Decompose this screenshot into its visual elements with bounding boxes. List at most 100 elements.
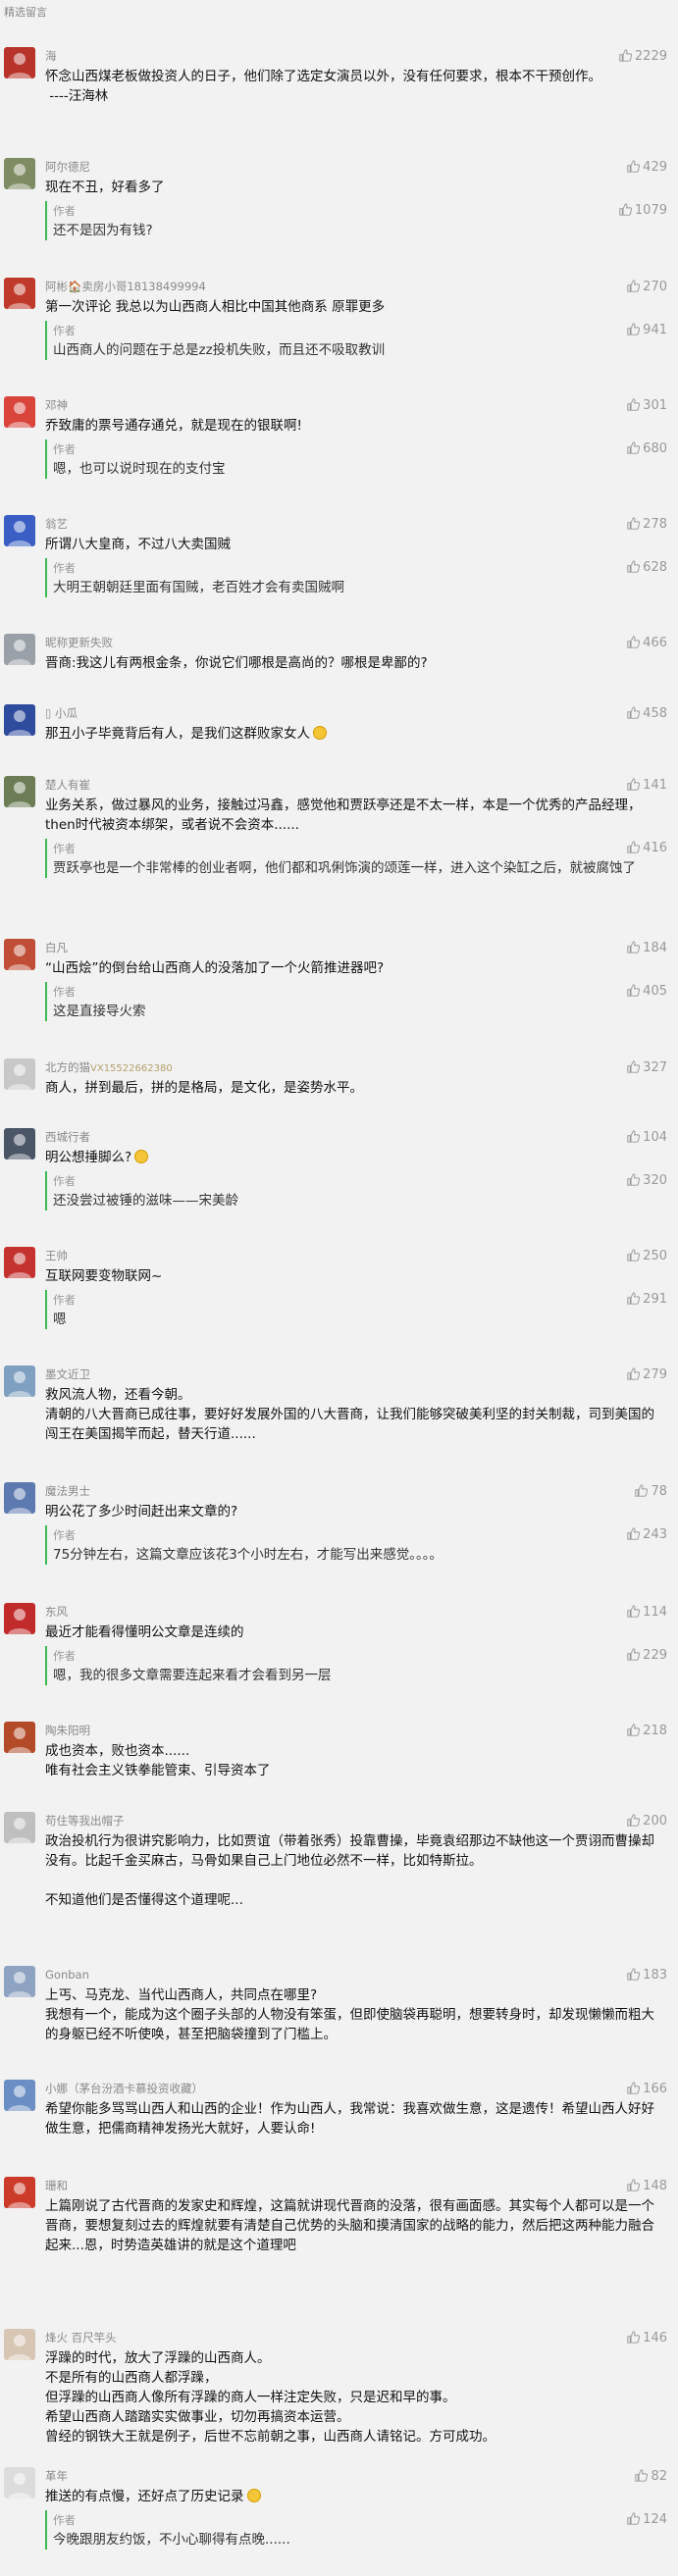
- reply-like-button[interactable]: 229: [627, 1646, 667, 1666]
- reply-like-button[interactable]: 628: [627, 558, 667, 578]
- commenter-name[interactable]: 陶朱阳明: [45, 1722, 662, 1741]
- avatar[interactable]: [4, 1722, 35, 1753]
- avatar[interactable]: [4, 396, 35, 428]
- commenter-name[interactable]: 西城行者: [45, 1128, 662, 1148]
- like-button[interactable]: 466: [627, 634, 667, 653]
- commenter-name[interactable]: 邓神: [45, 396, 662, 416]
- like-button[interactable]: 301: [627, 396, 667, 416]
- avatar[interactable]: [4, 2329, 35, 2360]
- like-button[interactable]: 114: [627, 1603, 667, 1623]
- commenter-name[interactable]: 翁艺: [45, 515, 662, 535]
- like-button[interactable]: 78: [635, 1482, 667, 1502]
- avatar[interactable]: [4, 2080, 35, 2111]
- like-button[interactable]: 184: [627, 939, 667, 958]
- reply-like-button[interactable]: 243: [627, 1525, 667, 1545]
- commenter-name[interactable]: 烽火 百尺竿头: [45, 2329, 662, 2348]
- commenter-name[interactable]: 珊和: [45, 2177, 662, 2196]
- author-reply-label: 作者: [53, 442, 76, 456]
- comment-text: 政治投机行为很讲究影响力，比如贾谊（带着张秀）投靠曹操，毕竟袁绍那边不缺他这一个…: [45, 1831, 662, 1910]
- commenter-name[interactable]: 海: [45, 47, 662, 67]
- like-button[interactable]: 200: [627, 1812, 667, 1831]
- commenter-name[interactable]: 墨文近卫: [45, 1365, 662, 1385]
- thumb-up-icon: [627, 517, 641, 530]
- like-button[interactable]: 429: [627, 158, 667, 178]
- like-button[interactable]: 327: [627, 1058, 667, 1078]
- commenter-name[interactable]: 革年: [45, 2467, 662, 2487]
- comment-item: 北方的猫VX15522662380 327 商人，拼到最后，拼的是格局，是文化，是姿…: [0, 1058, 678, 1108]
- commenter-name[interactable]: 阿彬🏠卖房小哥18138499994: [45, 278, 662, 297]
- thumb-up-icon: [627, 778, 641, 791]
- commenter-name[interactable]: 魔法男士: [45, 1482, 662, 1502]
- avatar[interactable]: [4, 1365, 35, 1397]
- comment-text-content: 推送的有点慢，还好点了历史记录: [45, 2489, 244, 2504]
- commenter-name-text: 革年: [45, 2469, 68, 2483]
- like-button[interactable]: 250: [627, 1247, 667, 1266]
- author-reply-text: 还不是因为有钱?: [53, 223, 153, 238]
- commenter-name[interactable]: ▯ 小瓜: [45, 704, 662, 724]
- commenter-name-text: 王帅: [45, 1249, 68, 1262]
- like-button[interactable]: 183: [627, 1966, 667, 1985]
- like-button[interactable]: 2229: [619, 47, 667, 67]
- avatar[interactable]: [4, 1482, 35, 1514]
- comment-item: 阿尔德尼 429 现在不丑，好看多了 作者 1079 还不是因为有钱?: [0, 158, 678, 250]
- commenter-name[interactable]: 阿尔德尼: [45, 158, 662, 178]
- commenter-name[interactable]: 昵称更新失败: [45, 634, 662, 653]
- thumb-up-icon: [627, 560, 641, 573]
- reply-like-button[interactable]: 320: [627, 1171, 667, 1191]
- like-button[interactable]: 458: [627, 704, 667, 724]
- avatar[interactable]: [4, 634, 35, 665]
- avatar[interactable]: [4, 776, 35, 807]
- reply-like-button[interactable]: 1079: [619, 201, 667, 221]
- like-button[interactable]: 82: [635, 2467, 667, 2487]
- commenter-name[interactable]: 白凡: [45, 939, 662, 958]
- avatar[interactable]: [4, 1058, 35, 1090]
- avatar[interactable]: [4, 2467, 35, 2499]
- avatar[interactable]: [4, 2177, 35, 2208]
- reply-like-button[interactable]: 680: [627, 439, 667, 459]
- commenter-name[interactable]: 王帅: [45, 1247, 662, 1266]
- like-count: 278: [643, 517, 667, 532]
- commenter-name[interactable]: Gonban: [45, 1966, 662, 1985]
- avatar[interactable]: [4, 1966, 35, 1997]
- like-button[interactable]: 146: [627, 2329, 667, 2348]
- avatar[interactable]: [4, 47, 35, 78]
- commenter-name-text: 东风: [45, 1605, 68, 1619]
- avatar[interactable]: [4, 1247, 35, 1278]
- commenter-name[interactable]: 楚人有崔: [45, 776, 662, 796]
- emoji-icon: [246, 2489, 261, 2502]
- avatar[interactable]: [4, 1128, 35, 1159]
- reply-like-count: 243: [643, 1527, 667, 1542]
- like-button[interactable]: 270: [627, 278, 667, 297]
- like-button[interactable]: 148: [627, 2177, 667, 2196]
- reply-like-button[interactable]: 416: [627, 839, 667, 858]
- reply-like-button[interactable]: 124: [627, 2510, 667, 2530]
- commenter-name[interactable]: 北方的猫VX15522662380: [45, 1058, 662, 1078]
- avatar[interactable]: [4, 939, 35, 970]
- avatar[interactable]: [4, 704, 35, 736]
- thumb-up-icon: [619, 49, 632, 62]
- thumb-up-icon: [627, 2179, 641, 2191]
- avatar[interactable]: [4, 158, 35, 189]
- avatar[interactable]: [4, 1812, 35, 1843]
- like-button[interactable]: 218: [627, 1722, 667, 1741]
- thumb-up-icon: [627, 1724, 641, 1736]
- commenter-name-text: 阿彬🏠卖房小哥18138499994: [45, 280, 206, 293]
- like-button[interactable]: 278: [627, 515, 667, 535]
- author-reply-label: 作者: [53, 985, 76, 999]
- emoji-icon: [134, 1150, 149, 1163]
- avatar[interactable]: [4, 278, 35, 309]
- like-button[interactable]: 141: [627, 776, 667, 796]
- like-button[interactable]: 166: [627, 2080, 667, 2099]
- avatar[interactable]: [4, 515, 35, 546]
- commenter-name[interactable]: 小娜（茅台汾酒卡慕投资收藏）: [45, 2080, 662, 2099]
- commenter-name[interactable]: 东风: [45, 1603, 662, 1623]
- like-button[interactable]: 104: [627, 1128, 667, 1148]
- avatar[interactable]: [4, 1603, 35, 1634]
- reply-like-button[interactable]: 291: [627, 1290, 667, 1310]
- commenter-name[interactable]: 苟住等我出帽子: [45, 1812, 662, 1831]
- reply-like-button[interactable]: 405: [627, 982, 667, 1002]
- like-button[interactable]: 279: [627, 1365, 667, 1385]
- reply-like-button[interactable]: 941: [627, 321, 667, 340]
- comment-text: 业务关系，做过暴风的业务，接触过冯鑫，感觉他和贾跃亭还是不太一样，本是一个优秀的…: [45, 796, 662, 835]
- comment-text: 互联网要变物联网~: [45, 1266, 662, 1286]
